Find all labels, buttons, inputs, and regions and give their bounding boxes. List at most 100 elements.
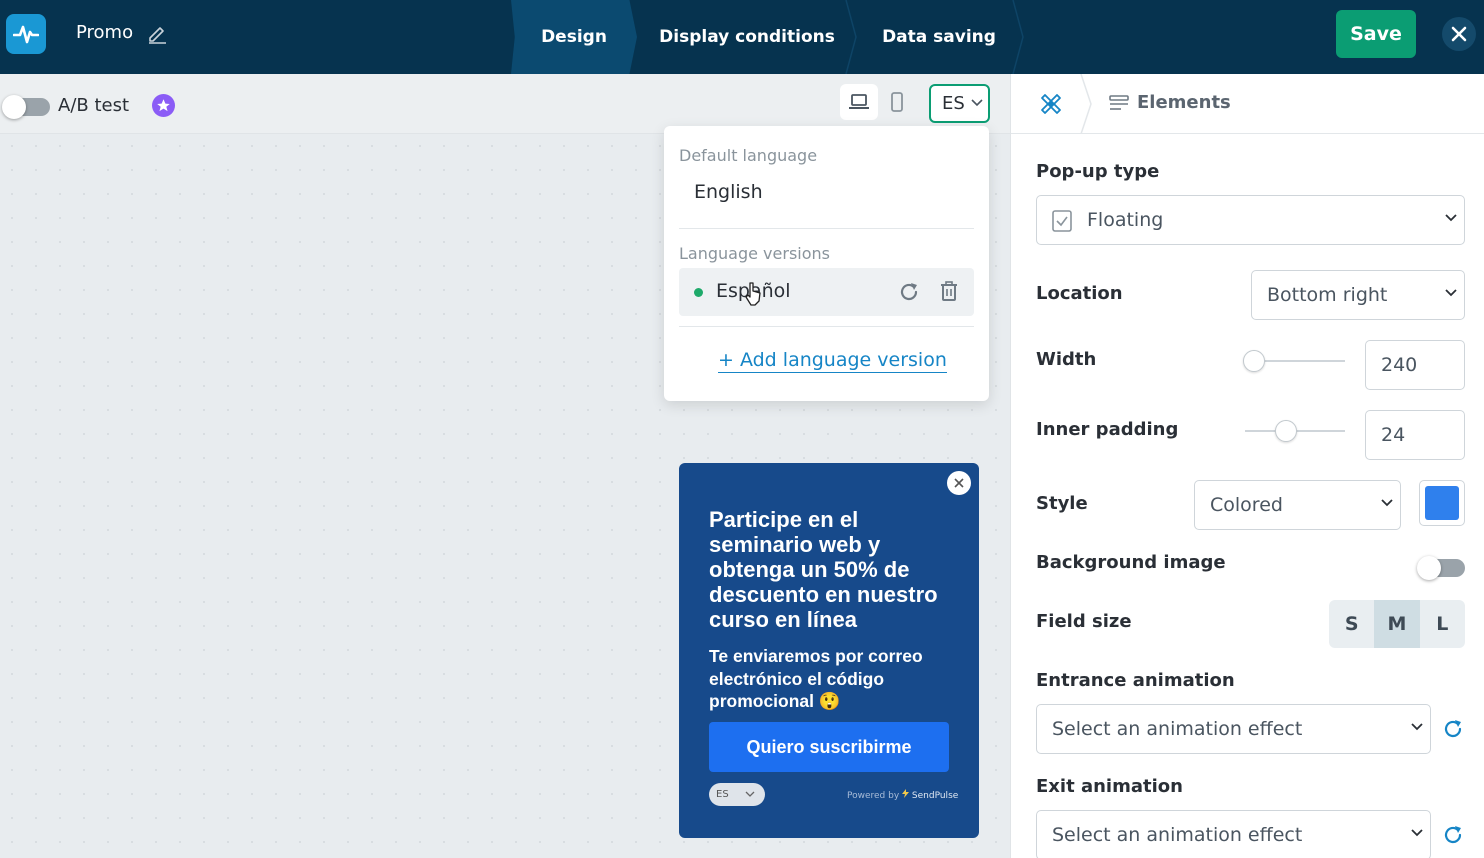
inner-padding-slider[interactable]: [1245, 420, 1345, 442]
exit-animation-value: Select an animation effect: [1052, 824, 1303, 846]
popup-close-button[interactable]: [947, 471, 971, 495]
chevron-down-icon: [1411, 723, 1423, 731]
chevron-down-icon: [745, 791, 755, 797]
field-size-label: Field size: [1036, 611, 1132, 632]
popup-text: Te enviaremos por correo electrónico el …: [709, 646, 923, 711]
trash-icon[interactable]: [937, 279, 961, 303]
popup-title: Participe en el seminario web y obtenga …: [709, 507, 938, 632]
step-separator: [1012, 0, 1024, 74]
powered-by-label: Powered by: [847, 791, 900, 801]
color-swatch-fill: [1425, 486, 1459, 520]
refresh-icon[interactable]: [897, 280, 921, 304]
default-language-value: English: [694, 181, 763, 203]
step-design-label: Design: [541, 27, 607, 47]
premium-star-icon[interactable]: [152, 94, 175, 117]
entrance-animation-select[interactable]: Select an animation effect: [1036, 704, 1431, 754]
add-language-version-link[interactable]: + Add language version: [718, 348, 947, 373]
step-separator: [845, 0, 857, 74]
save-button[interactable]: Save: [1336, 10, 1416, 58]
chevron-down-icon: [1445, 289, 1457, 297]
popup-type-value: Floating: [1087, 209, 1164, 231]
style-value: Colored: [1210, 494, 1283, 516]
mobile-icon: [891, 92, 903, 112]
elements-tab-label: Elements: [1137, 92, 1231, 113]
exit-animation-select[interactable]: Select an animation effect: [1036, 810, 1431, 858]
width-label: Width: [1036, 349, 1097, 370]
location-select[interactable]: Bottom right: [1251, 270, 1465, 320]
bolt-icon: [902, 789, 910, 798]
popup-type-select[interactable]: Floating: [1036, 195, 1465, 245]
inner-padding-value: 24: [1381, 424, 1406, 446]
slider-handle[interactable]: [1243, 350, 1265, 372]
step-display-conditions-label: Display conditions: [659, 27, 835, 47]
language-version-item[interactable]: Español: [679, 268, 974, 316]
close-icon: [1451, 26, 1467, 42]
pencil-icon[interactable]: [146, 22, 168, 44]
active-status-dot: [694, 288, 703, 297]
pulse-icon: [13, 25, 39, 44]
chevron-down-icon: [1411, 829, 1423, 837]
settings-panel: Elements Pop-up type Floating Location B…: [1010, 74, 1484, 858]
background-image-toggle[interactable]: [1417, 556, 1465, 580]
field-size-selector: S M L: [1329, 600, 1465, 648]
language-select-value: ES: [942, 93, 965, 114]
close-icon: [954, 478, 964, 488]
field-size-s[interactable]: S: [1329, 600, 1374, 648]
ab-test-label: A/B test: [58, 95, 130, 116]
divider: [679, 228, 974, 229]
entrance-animation-value: Select an animation effect: [1052, 718, 1303, 740]
location-value: Bottom right: [1267, 284, 1388, 306]
language-versions-caption: Language versions: [679, 244, 830, 263]
ab-test-toggle[interactable]: [2, 95, 50, 119]
field-size-m[interactable]: M: [1374, 600, 1420, 648]
subscribe-button[interactable]: Quiero suscribirme: [709, 722, 949, 772]
powered-by: Powered by SendPulse: [847, 789, 958, 801]
chevron-down-icon: [1445, 214, 1457, 222]
width-input[interactable]: 240: [1365, 340, 1465, 390]
slider-handle[interactable]: [1275, 420, 1297, 442]
step-design[interactable]: Design: [511, 0, 637, 74]
style-select[interactable]: Colored: [1194, 480, 1401, 530]
width-slider[interactable]: [1243, 350, 1345, 372]
language-select[interactable]: ES: [929, 84, 990, 123]
tab-separator: [1080, 74, 1092, 134]
step-display-conditions[interactable]: Display conditions: [647, 0, 847, 74]
elements-tab[interactable]: Elements: [1109, 92, 1231, 113]
replay-animation-icon[interactable]: [1441, 823, 1465, 847]
width-value: 240: [1381, 354, 1418, 376]
field-size-l[interactable]: L: [1420, 600, 1465, 648]
background-image-label: Background image: [1036, 552, 1226, 573]
panel-header: Elements: [1011, 74, 1484, 134]
exit-animation-label: Exit animation: [1036, 776, 1183, 797]
sendpulse-brand: SendPulse: [911, 791, 959, 801]
popup-language-select[interactable]: ES: [709, 783, 765, 806]
default-language-caption: Default language: [679, 146, 818, 165]
location-label: Location: [1036, 283, 1123, 304]
step-data-saving-label: Data saving: [882, 27, 996, 47]
app-logo[interactable]: [6, 14, 46, 54]
desktop-view-button[interactable]: [840, 84, 878, 120]
close-button[interactable]: [1442, 17, 1476, 51]
palette-icon: [1041, 93, 1061, 114]
inner-padding-label: Inner padding: [1036, 419, 1179, 440]
mobile-view-button[interactable]: [878, 84, 916, 120]
inner-padding-input[interactable]: 24: [1365, 410, 1465, 460]
chevron-down-icon: [971, 99, 983, 107]
entrance-animation-label: Entrance animation: [1036, 670, 1235, 691]
laptop-icon: [849, 94, 869, 109]
divider: [679, 326, 974, 327]
campaign-title: Promo: [76, 22, 134, 43]
popup-type-label: Pop-up type: [1036, 161, 1160, 182]
replay-animation-icon[interactable]: [1441, 717, 1465, 741]
star-icon: [157, 99, 170, 112]
popup-language-value: ES: [716, 789, 729, 800]
style-color-picker[interactable]: [1419, 480, 1465, 526]
toggle-knob: [2, 95, 26, 119]
language-menu: Default language English Language versio…: [664, 126, 989, 401]
toggle-knob: [1417, 556, 1441, 580]
checkbox-icon: [1052, 210, 1072, 232]
step-data-saving[interactable]: Data saving: [859, 0, 1019, 74]
chevron-down-icon: [1381, 499, 1393, 507]
list-icon: [1109, 94, 1129, 110]
mouse-cursor-icon: [745, 282, 761, 306]
